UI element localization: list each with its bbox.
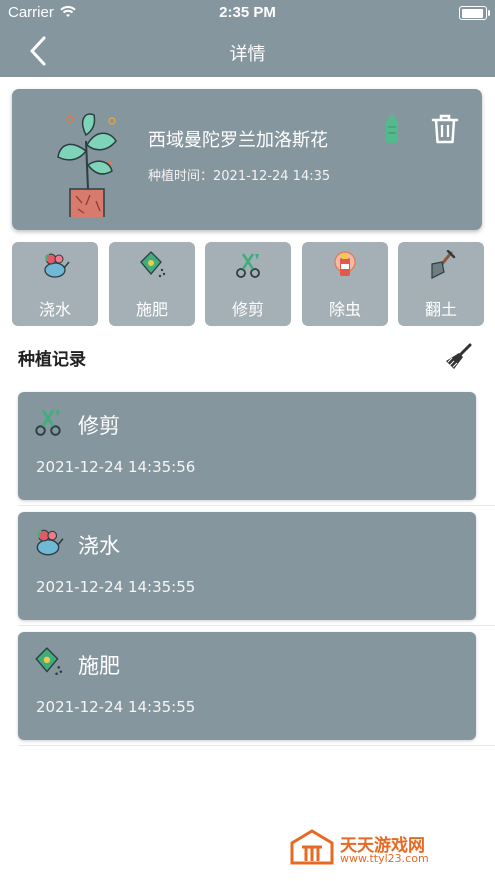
- record-name: 修剪: [78, 414, 120, 438]
- record-item[interactable]: 修剪 2021-12-24 14:35:56: [18, 392, 476, 500]
- top-bar: Carrier 2:35 PM 详情: [0, 0, 495, 77]
- fertilize-action-button[interactable]: 施肥: [109, 242, 195, 326]
- action-label: 施肥: [135, 300, 168, 319]
- watermark: 天天游戏网 www.ttyl23.com: [290, 829, 470, 869]
- nutrient-bottle-icon[interactable]: [384, 115, 400, 143]
- record-name: 施肥: [78, 654, 120, 678]
- pest-action-button[interactable]: 除虫: [302, 242, 388, 326]
- water-action-button[interactable]: 浇水: [12, 242, 98, 326]
- action-label: 除虫: [328, 300, 361, 319]
- pruning-shears-icon: [35, 409, 61, 436]
- record-time: 2021-12-24 14:35:55: [36, 698, 196, 716]
- watermark-logo-icon: [290, 829, 334, 865]
- watering-can-icon: [36, 529, 64, 556]
- divider: [18, 625, 495, 626]
- till-soil-action-button[interactable]: 翻土: [398, 242, 484, 326]
- page-title: 详情: [229, 44, 266, 65]
- shovel-icon: [431, 250, 456, 279]
- fertilizer-bag-icon: [140, 251, 166, 278]
- broom-icon[interactable]: [444, 343, 472, 371]
- record-item[interactable]: 施肥 2021-12-24 14:35:55: [18, 632, 476, 740]
- fertilizer-bag-icon: [35, 647, 63, 676]
- pruning-shears-icon: [236, 253, 260, 278]
- divider: [18, 505, 495, 506]
- potted-plant-icon: [57, 113, 117, 217]
- records-title: 种植记录: [18, 350, 86, 370]
- action-label: 修剪: [231, 300, 264, 319]
- plant-info-card: 西域曼陀罗兰加洛斯花 种植时间：2021-12-24 14:35: [12, 89, 482, 230]
- pest-spray-icon: [334, 251, 356, 276]
- plant-name: 西域曼陀罗兰加洛斯花: [148, 130, 328, 151]
- battery-icon: [459, 6, 490, 20]
- action-label: 浇水: [38, 300, 71, 319]
- status-bar: Carrier 2:35 PM: [0, 0, 495, 26]
- plant-time: 种植时间：2021-12-24 14:35: [148, 169, 331, 184]
- trash-icon[interactable]: [430, 113, 460, 145]
- watermark-url: www.ttyl23.com: [340, 852, 429, 865]
- record-item[interactable]: 浇水 2021-12-24 14:35:55: [18, 512, 476, 620]
- clock: 2:35 PM: [219, 4, 276, 21]
- record-time: 2021-12-24 14:35:55: [36, 578, 196, 596]
- divider: [18, 745, 495, 746]
- record-name: 浇水: [78, 534, 120, 558]
- watering-can-icon: [44, 253, 70, 278]
- action-label: 翻土: [424, 300, 457, 319]
- record-time: 2021-12-24 14:35:56: [36, 458, 196, 476]
- prune-action-button[interactable]: 修剪: [205, 242, 291, 326]
